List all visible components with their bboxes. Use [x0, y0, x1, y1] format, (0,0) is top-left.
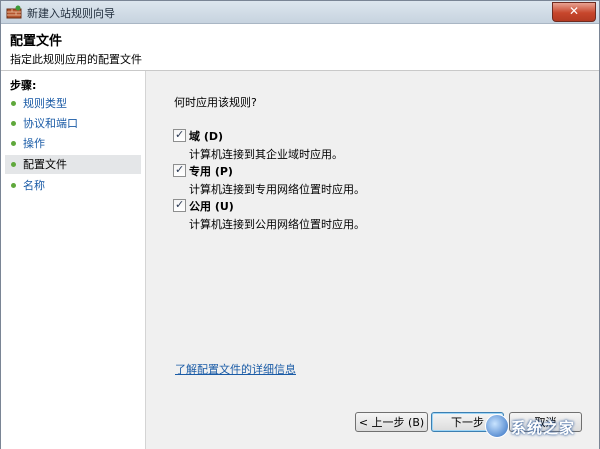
private-description: 计算机连接到专用网络位置时应用。	[189, 183, 365, 196]
step-action[interactable]: 操作	[5, 134, 141, 153]
step-label: 规则类型	[23, 97, 67, 110]
private-checkbox[interactable]: ✓	[173, 163, 186, 177]
domain-description: 计算机连接到其企业域时应用。	[189, 148, 343, 161]
step-label: 协议和端口	[23, 117, 78, 130]
step-label: 操作	[23, 137, 45, 150]
public-checkbox[interactable]: ✓	[173, 198, 186, 212]
window-title: 新建入站规则向导	[27, 7, 115, 20]
title-bar[interactable]: 新建入站规则向导 ✕	[1, 1, 599, 24]
domain-label[interactable]: 域 (D)	[189, 128, 223, 144]
step-label: 配置文件	[23, 158, 67, 171]
public-description: 计算机连接到公用网络位置时应用。	[189, 218, 365, 231]
step-bullet-icon	[11, 121, 16, 126]
step-bullet-icon	[11, 162, 16, 167]
check-icon: ✓	[175, 198, 185, 211]
option-private[interactable]: ✓ 专用 (P) 计算机连接到专用网络位置时应用。	[173, 162, 573, 196]
watermark-text: 系统之家	[511, 419, 576, 437]
watermark-logo-icon	[485, 414, 509, 438]
page-subtitle: 指定此规则应用的配置文件	[10, 53, 142, 66]
steps-heading: 步骤:	[10, 79, 37, 92]
check-icon: ✓	[175, 128, 185, 141]
steps-panel: 步骤: 规则类型 协议和端口 操作 配置文件 名称	[1, 71, 146, 449]
step-label: 名称	[23, 179, 45, 192]
firewall-icon	[6, 5, 22, 19]
close-button[interactable]: ✕	[552, 2, 596, 22]
step-bullet-icon	[11, 183, 16, 188]
back-button[interactable]: < 上一步 (B)	[355, 412, 428, 432]
option-public[interactable]: ✓ 公用 (U) 计算机连接到公用网络位置时应用。	[173, 197, 573, 231]
site-watermark: 系统之家	[485, 412, 593, 442]
step-bullet-icon	[11, 141, 16, 146]
main-content: 何时应用该规则? ✓ 域 (D) 计算机连接到其企业域时应用。 ✓ 专用 (P)…	[146, 71, 599, 449]
step-protocol-ports[interactable]: 协议和端口	[5, 114, 141, 133]
step-name[interactable]: 名称	[5, 176, 141, 195]
step-rule-type[interactable]: 规则类型	[5, 94, 141, 113]
learn-more-link[interactable]: 了解配置文件的详细信息	[175, 361, 296, 377]
option-domain[interactable]: ✓ 域 (D) 计算机连接到其企业域时应用。	[173, 127, 573, 161]
public-label[interactable]: 公用 (U)	[189, 198, 234, 214]
page-title: 配置文件	[10, 34, 63, 49]
wizard-window: 新建入站规则向导 ✕ 配置文件 指定此规则应用的配置文件 步骤: 规则类型 协议…	[0, 0, 600, 449]
close-icon: ✕	[568, 4, 580, 18]
step-profile: 配置文件	[5, 155, 141, 174]
private-label[interactable]: 专用 (P)	[189, 163, 233, 179]
wizard-header: 配置文件 指定此规则应用的配置文件	[1, 24, 599, 71]
domain-checkbox[interactable]: ✓	[173, 128, 186, 142]
question-text: 何时应用该规则?	[174, 96, 257, 109]
step-bullet-icon	[11, 101, 16, 106]
check-icon: ✓	[175, 163, 185, 176]
